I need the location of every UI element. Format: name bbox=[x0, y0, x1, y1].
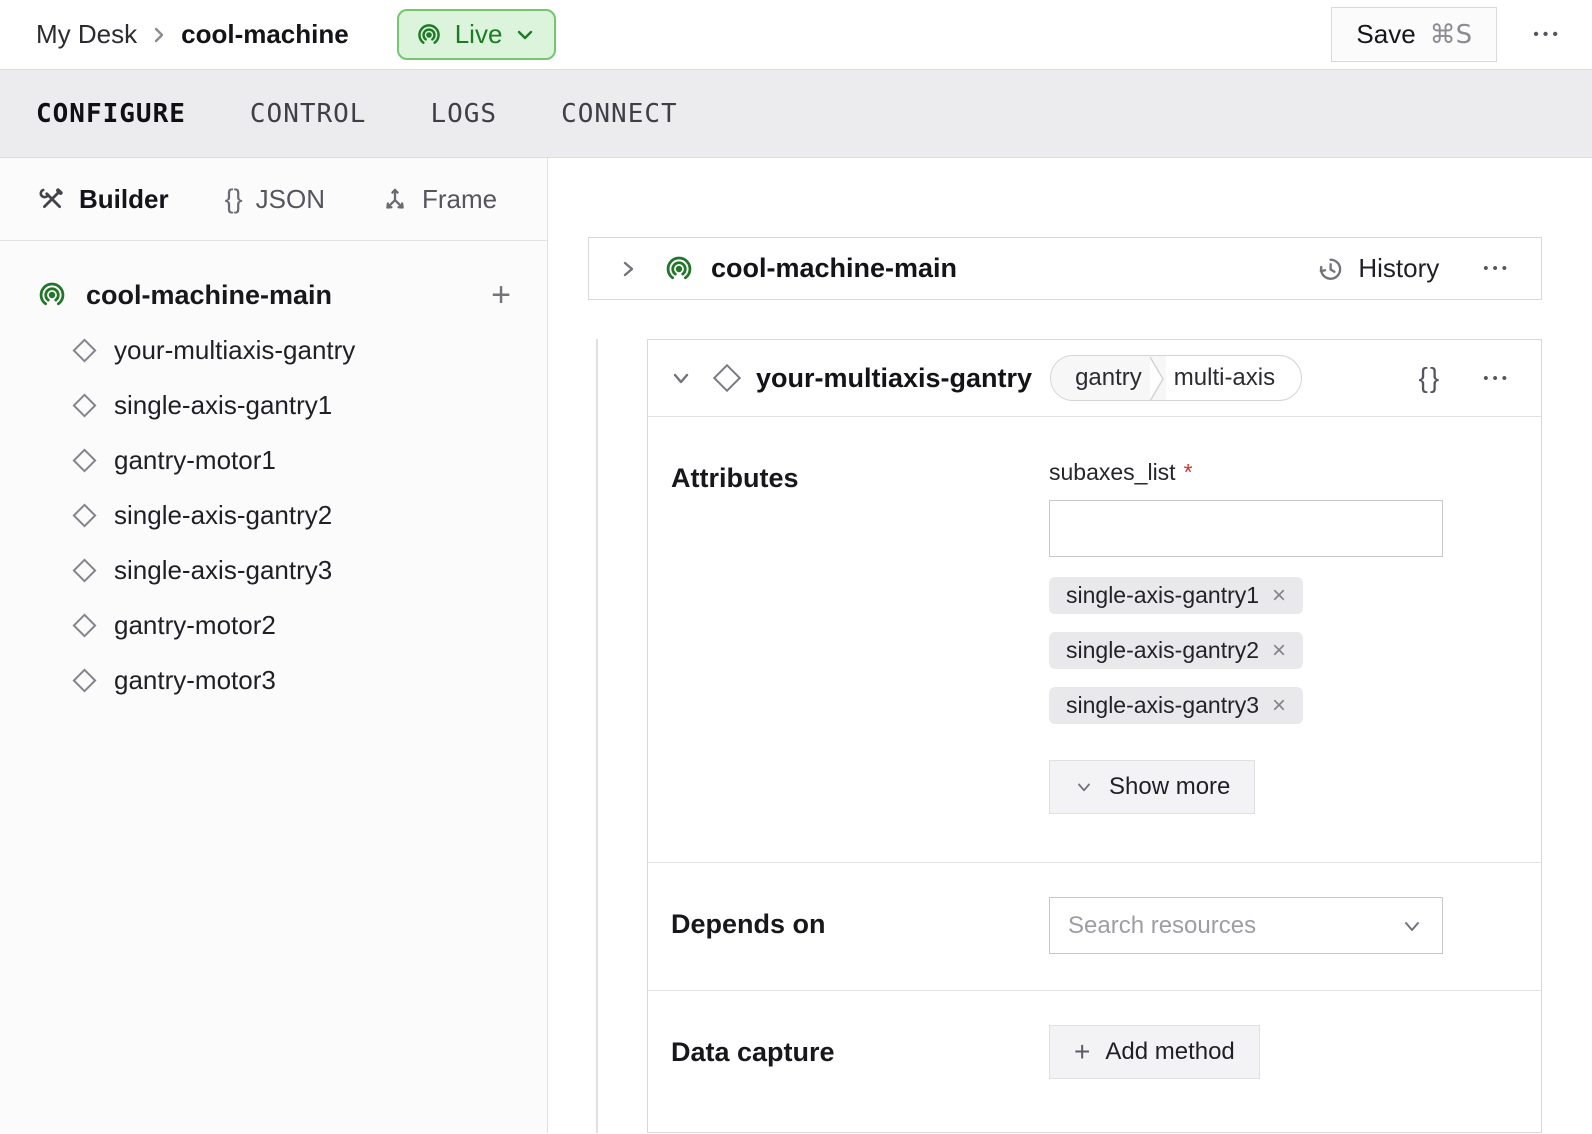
tree-item-gantry-motor2[interactable]: gantry-motor2 bbox=[0, 598, 547, 653]
component-card-title: your-multiaxis-gantry bbox=[756, 363, 1032, 394]
machine-card-header: cool-machine-main History ••• bbox=[588, 237, 1542, 300]
chip-single-axis-gantry3: single-axis-gantry3 × bbox=[1049, 687, 1303, 724]
view-mode-switcher: Builder {} JSON Frame bbox=[0, 158, 547, 241]
data-capture-section: Data capture + Add method bbox=[648, 990, 1541, 1132]
tree-item-single-axis-gantry1[interactable]: single-axis-gantry1 bbox=[0, 378, 547, 433]
chevron-down-icon bbox=[514, 24, 536, 46]
tab-control[interactable]: CONTROL bbox=[250, 99, 367, 129]
remove-chip-icon[interactable]: × bbox=[1272, 584, 1286, 608]
chevron-down-icon[interactable] bbox=[669, 366, 693, 390]
component-card-menu-icon[interactable]: ••• bbox=[1483, 371, 1511, 386]
breadcrumb-current: cool-machine bbox=[181, 19, 349, 50]
tag-multi-axis: multi-axis bbox=[1166, 356, 1301, 400]
subaxes-list-input[interactable] bbox=[1049, 500, 1443, 557]
resource-tree: cool-machine-main + your-multiaxis-gantr… bbox=[0, 241, 547, 708]
remove-chip-icon[interactable]: × bbox=[1272, 639, 1286, 663]
add-component-icon[interactable]: + bbox=[491, 278, 511, 312]
component-card: your-multiaxis-gantry gantry multi-axis … bbox=[647, 339, 1542, 1133]
tree-item-your-multiaxis-gantry[interactable]: your-multiaxis-gantry bbox=[0, 323, 547, 378]
component-diamond-icon bbox=[72, 393, 96, 417]
tab-logs[interactable]: LOGS bbox=[430, 99, 497, 129]
save-shortcut: ⌘S bbox=[1430, 20, 1473, 50]
tree-item-single-axis-gantry2[interactable]: single-axis-gantry2 bbox=[0, 488, 547, 543]
top-header: My Desk cool-machine Live Save ⌘S ••• bbox=[0, 0, 1592, 70]
save-button[interactable]: Save ⌘S bbox=[1331, 7, 1497, 62]
braces-icon: {} bbox=[225, 184, 243, 215]
chip-single-axis-gantry1: single-axis-gantry1 × bbox=[1049, 577, 1303, 614]
broadcast-icon bbox=[415, 21, 443, 49]
machine-card-title: cool-machine-main bbox=[711, 253, 957, 284]
component-diamond-icon bbox=[72, 668, 96, 692]
edit-json-icon[interactable]: {} bbox=[1419, 362, 1442, 394]
mode-json-label: JSON bbox=[256, 184, 325, 215]
component-type-tags: gantry multi-axis bbox=[1050, 355, 1302, 401]
component-diamond-icon bbox=[72, 503, 96, 527]
depends-on-section: Depends on Search resources bbox=[648, 862, 1541, 990]
mode-frame[interactable]: Frame bbox=[381, 184, 497, 215]
attributes-heading: Attributes bbox=[671, 459, 1049, 814]
tab-configure[interactable]: CONFIGURE bbox=[36, 99, 186, 129]
show-more-label: Show more bbox=[1109, 773, 1230, 801]
tree-item-gantry-motor3[interactable]: gantry-motor3 bbox=[0, 653, 547, 708]
tree-item-gantry-motor1[interactable]: gantry-motor1 bbox=[0, 433, 547, 488]
broadcast-icon bbox=[663, 253, 695, 285]
header-overflow-menu-icon[interactable]: ••• bbox=[1533, 27, 1562, 43]
remove-chip-icon[interactable]: × bbox=[1272, 694, 1286, 718]
chevron-down-icon bbox=[1074, 777, 1094, 797]
main-nav-tabs: CONFIGURE CONTROL LOGS CONNECT bbox=[0, 70, 1592, 158]
mode-frame-label: Frame bbox=[422, 184, 497, 215]
breadcrumb: My Desk cool-machine bbox=[36, 19, 349, 50]
tree-root-label: cool-machine-main bbox=[86, 280, 332, 311]
chevron-right-icon bbox=[151, 23, 167, 47]
show-more-button[interactable]: Show more bbox=[1049, 760, 1255, 814]
attributes-section: Attributes subaxes_list * single-axis-ga… bbox=[648, 417, 1541, 862]
history-button[interactable]: History bbox=[1315, 253, 1439, 284]
status-label: Live bbox=[455, 19, 503, 50]
tag-separator-icon bbox=[1148, 356, 1166, 400]
machine-status-dropdown[interactable]: Live bbox=[397, 9, 557, 60]
chevron-down-icon bbox=[1400, 914, 1424, 938]
component-diamond-icon bbox=[713, 364, 741, 392]
depends-on-select[interactable]: Search resources bbox=[1049, 897, 1443, 954]
broadcast-icon bbox=[36, 279, 68, 311]
breadcrumb-parent[interactable]: My Desk bbox=[36, 19, 137, 50]
tag-gantry: gantry bbox=[1051, 356, 1148, 400]
add-method-button[interactable]: + Add method bbox=[1049, 1025, 1260, 1079]
component-diamond-icon bbox=[72, 338, 96, 362]
history-label: History bbox=[1358, 253, 1439, 284]
mode-builder-label: Builder bbox=[79, 184, 169, 215]
data-capture-heading: Data capture bbox=[671, 1025, 1049, 1079]
frame-axes-icon bbox=[381, 185, 409, 213]
depends-on-heading: Depends on bbox=[671, 897, 1049, 954]
config-sidebar: Builder {} JSON Frame bbox=[0, 158, 548, 1133]
config-main-panel: cool-machine-main History ••• bbox=[548, 158, 1592, 1133]
machine-card-menu-icon[interactable]: ••• bbox=[1483, 261, 1511, 276]
depends-on-placeholder: Search resources bbox=[1068, 912, 1256, 940]
component-diamond-icon bbox=[72, 558, 96, 582]
save-label: Save bbox=[1356, 19, 1415, 50]
mode-json[interactable]: {} JSON bbox=[225, 184, 325, 215]
subaxes-chip-list: single-axis-gantry1 × single-axis-gantry… bbox=[1049, 577, 1443, 724]
chip-single-axis-gantry2: single-axis-gantry2 × bbox=[1049, 632, 1303, 669]
tree-item-single-axis-gantry3[interactable]: single-axis-gantry3 bbox=[0, 543, 547, 598]
add-method-label: Add method bbox=[1105, 1038, 1234, 1066]
machine-children-group: your-multiaxis-gantry gantry multi-axis … bbox=[596, 339, 1542, 1133]
tools-icon bbox=[38, 185, 66, 213]
subaxes-list-label: subaxes_list bbox=[1049, 459, 1176, 486]
chevron-right-icon[interactable] bbox=[619, 255, 639, 283]
plus-icon: + bbox=[1074, 1038, 1090, 1066]
component-card-header: your-multiaxis-gantry gantry multi-axis … bbox=[648, 340, 1541, 417]
history-icon bbox=[1315, 254, 1345, 284]
component-diamond-icon bbox=[72, 448, 96, 472]
required-asterisk: * bbox=[1184, 459, 1193, 486]
tab-connect[interactable]: CONNECT bbox=[561, 99, 678, 129]
component-diamond-icon bbox=[72, 613, 96, 637]
tree-root-machine[interactable]: cool-machine-main + bbox=[0, 267, 547, 323]
mode-builder[interactable]: Builder bbox=[38, 184, 169, 215]
